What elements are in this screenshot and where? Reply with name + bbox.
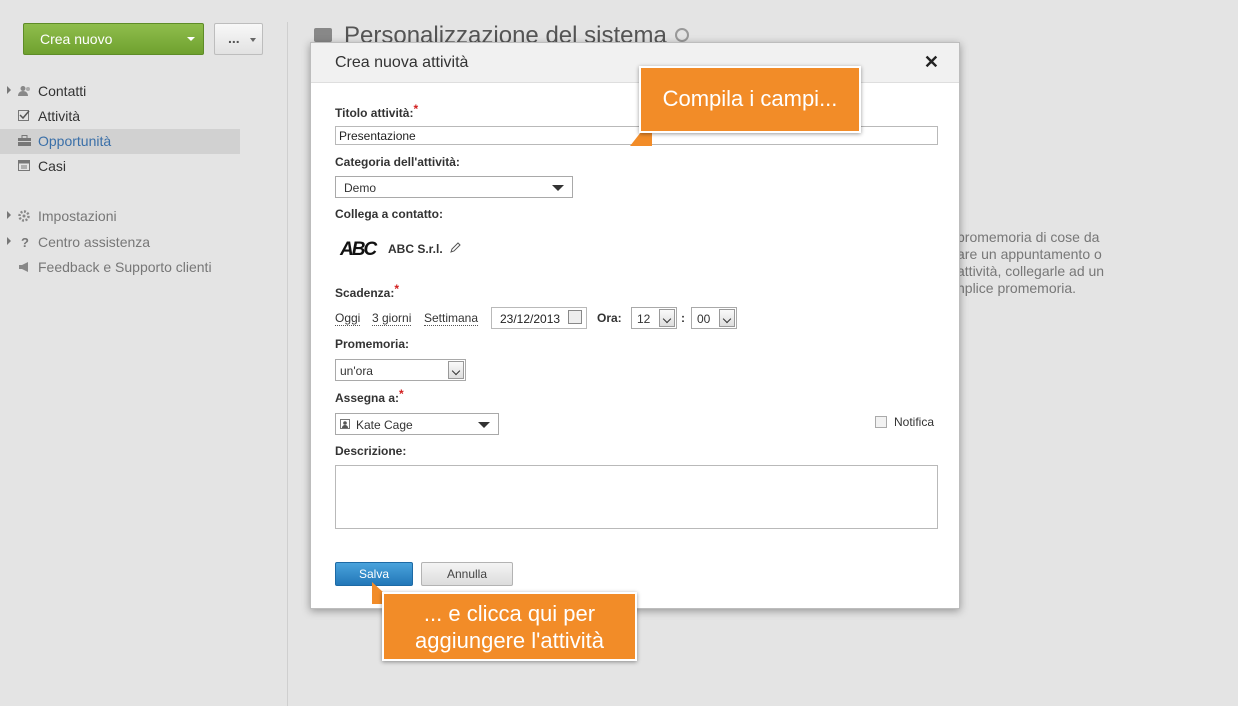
dialog-title: Crea nuova attività bbox=[335, 54, 469, 71]
notify-checkbox[interactable] bbox=[875, 416, 887, 428]
assignee-select[interactable]: Kate Cage bbox=[335, 413, 499, 435]
chevron-down-icon bbox=[659, 309, 675, 327]
category-selected-value: Demo bbox=[344, 181, 377, 195]
minute-value: 00 bbox=[697, 312, 711, 326]
description-line: promemoria di cose da bbox=[957, 229, 1100, 245]
cases-icon bbox=[18, 160, 30, 171]
category-label: Categoria dell'attività: bbox=[335, 155, 460, 169]
chevron-down-icon bbox=[250, 38, 256, 42]
contact-link-label: Collega a contatto: bbox=[335, 207, 444, 221]
chevron-down-icon bbox=[552, 185, 564, 191]
gear-icon bbox=[18, 210, 30, 222]
sidebar-item-contacts[interactable]: Contatti bbox=[0, 79, 240, 104]
description-line: are un appuntamento o bbox=[957, 246, 1102, 262]
minute-select[interactable]: 00 bbox=[691, 307, 737, 329]
hour-select[interactable]: 12 bbox=[631, 307, 677, 329]
description-label: Descrizione: bbox=[335, 444, 407, 458]
field-label-text: Scadenza: bbox=[335, 286, 395, 300]
click-save-callout: ... e clicca qui per aggiungere l'attivi… bbox=[382, 592, 637, 661]
field-label-text: Assegna a: bbox=[335, 391, 400, 405]
reminder-select[interactable]: un'ora bbox=[335, 359, 466, 381]
svg-text:?: ? bbox=[21, 236, 29, 248]
notify-label: Notifica bbox=[894, 415, 935, 429]
quick-date-week[interactable]: Settimana bbox=[424, 311, 479, 326]
megaphone-icon bbox=[19, 262, 28, 272]
field-label-text: Titolo attività: bbox=[335, 106, 414, 120]
quick-date-3-days[interactable]: 3 giorni bbox=[372, 311, 412, 326]
sidebar-item-label: Centro assistenza bbox=[38, 234, 151, 250]
reminder-value: un'ora bbox=[340, 364, 373, 378]
sidebar-item-settings[interactable]: Impostazioni bbox=[0, 204, 240, 229]
required-marker: * bbox=[399, 387, 404, 401]
sidebar-item-label: Feedback e Supporto clienti bbox=[38, 259, 212, 275]
sidebar-item-cases[interactable]: Casi bbox=[0, 154, 240, 179]
expand-arrow-icon[interactable] bbox=[7, 237, 11, 245]
required-marker: * bbox=[394, 282, 400, 296]
sidebar-item-label: Impostazioni bbox=[38, 208, 117, 224]
fill-fields-callout: Compila i campi... bbox=[639, 66, 861, 133]
callout-text: aggiungere l'attività bbox=[415, 628, 604, 653]
company-logo: ABC bbox=[340, 239, 377, 260]
sidebar-item-label: Contatti bbox=[38, 83, 87, 99]
category-select[interactable]: Demo bbox=[335, 176, 573, 198]
chevron-down-icon bbox=[187, 37, 195, 41]
required-marker: * bbox=[413, 102, 419, 116]
expand-arrow-icon[interactable] bbox=[7, 86, 11, 94]
sidebar-divider bbox=[287, 22, 288, 706]
task-title-label: Titolo attività:* bbox=[335, 102, 418, 120]
sidebar-item-label: Casi bbox=[38, 158, 67, 174]
chevron-down-icon[interactable] bbox=[675, 28, 689, 42]
briefcase-icon bbox=[18, 135, 31, 146]
contacts-icon bbox=[18, 86, 30, 96]
briefcase-icon bbox=[314, 28, 332, 42]
more-actions-label: ... bbox=[228, 30, 240, 46]
reminder-label: Promemoria: bbox=[335, 337, 410, 351]
due-date-input[interactable]: 23/12/2013 bbox=[491, 307, 587, 329]
calendar-icon[interactable] bbox=[568, 310, 582, 324]
sidebar-item-feedback[interactable]: Feedback e Supporto clienti bbox=[0, 255, 240, 280]
chevron-down-icon bbox=[448, 361, 464, 379]
user-icon bbox=[340, 419, 350, 429]
expand-arrow-icon[interactable] bbox=[7, 211, 11, 219]
deadline-label: Scadenza:* bbox=[335, 282, 399, 300]
sidebar-item-tasks[interactable]: Attività bbox=[0, 104, 240, 129]
close-icon[interactable]: ✕ bbox=[924, 52, 939, 73]
time-label: Ora: bbox=[597, 311, 622, 325]
sidebar-item-help-center[interactable]: ? Centro assistenza bbox=[0, 230, 240, 255]
question-icon: ? bbox=[21, 236, 29, 248]
create-new-label: Crea nuovo bbox=[40, 31, 113, 47]
assign-label: Assegna a:* bbox=[335, 387, 404, 405]
description-textarea[interactable] bbox=[335, 465, 938, 529]
assignee-value: Kate Cage bbox=[356, 418, 413, 432]
create-new-button[interactable]: Crea nuovo bbox=[23, 23, 204, 55]
cancel-button[interactable]: Annulla bbox=[421, 562, 513, 586]
callout-text: ... e clicca qui per bbox=[423, 601, 596, 626]
pencil-icon[interactable] bbox=[449, 242, 461, 254]
sidebar-item-label: Attività bbox=[38, 108, 81, 124]
linked-contact-name[interactable]: ABC S.r.l. bbox=[388, 242, 443, 256]
callout-text: Compila i campi... bbox=[662, 86, 838, 111]
due-date-value: 23/12/2013 bbox=[500, 312, 561, 326]
dialog-header: Crea nuova attività ✕ bbox=[311, 43, 959, 83]
description-line: attività, collegarle ad un bbox=[957, 263, 1105, 279]
quick-date-today[interactable]: Oggi bbox=[335, 311, 361, 326]
sidebar-item-opportunities[interactable]: Opportunità bbox=[0, 129, 240, 154]
time-separator: : bbox=[681, 311, 685, 325]
chevron-down-icon bbox=[478, 422, 490, 428]
hour-value: 12 bbox=[637, 312, 651, 326]
tasks-icon bbox=[18, 110, 30, 121]
page-description: promemoria di cose da are un appuntament… bbox=[957, 229, 1127, 297]
sidebar-item-label: Opportunità bbox=[38, 133, 112, 149]
chevron-down-icon bbox=[719, 309, 735, 327]
more-actions-button[interactable]: ... bbox=[214, 23, 263, 55]
description-line: nplice promemoria. bbox=[957, 280, 1077, 296]
